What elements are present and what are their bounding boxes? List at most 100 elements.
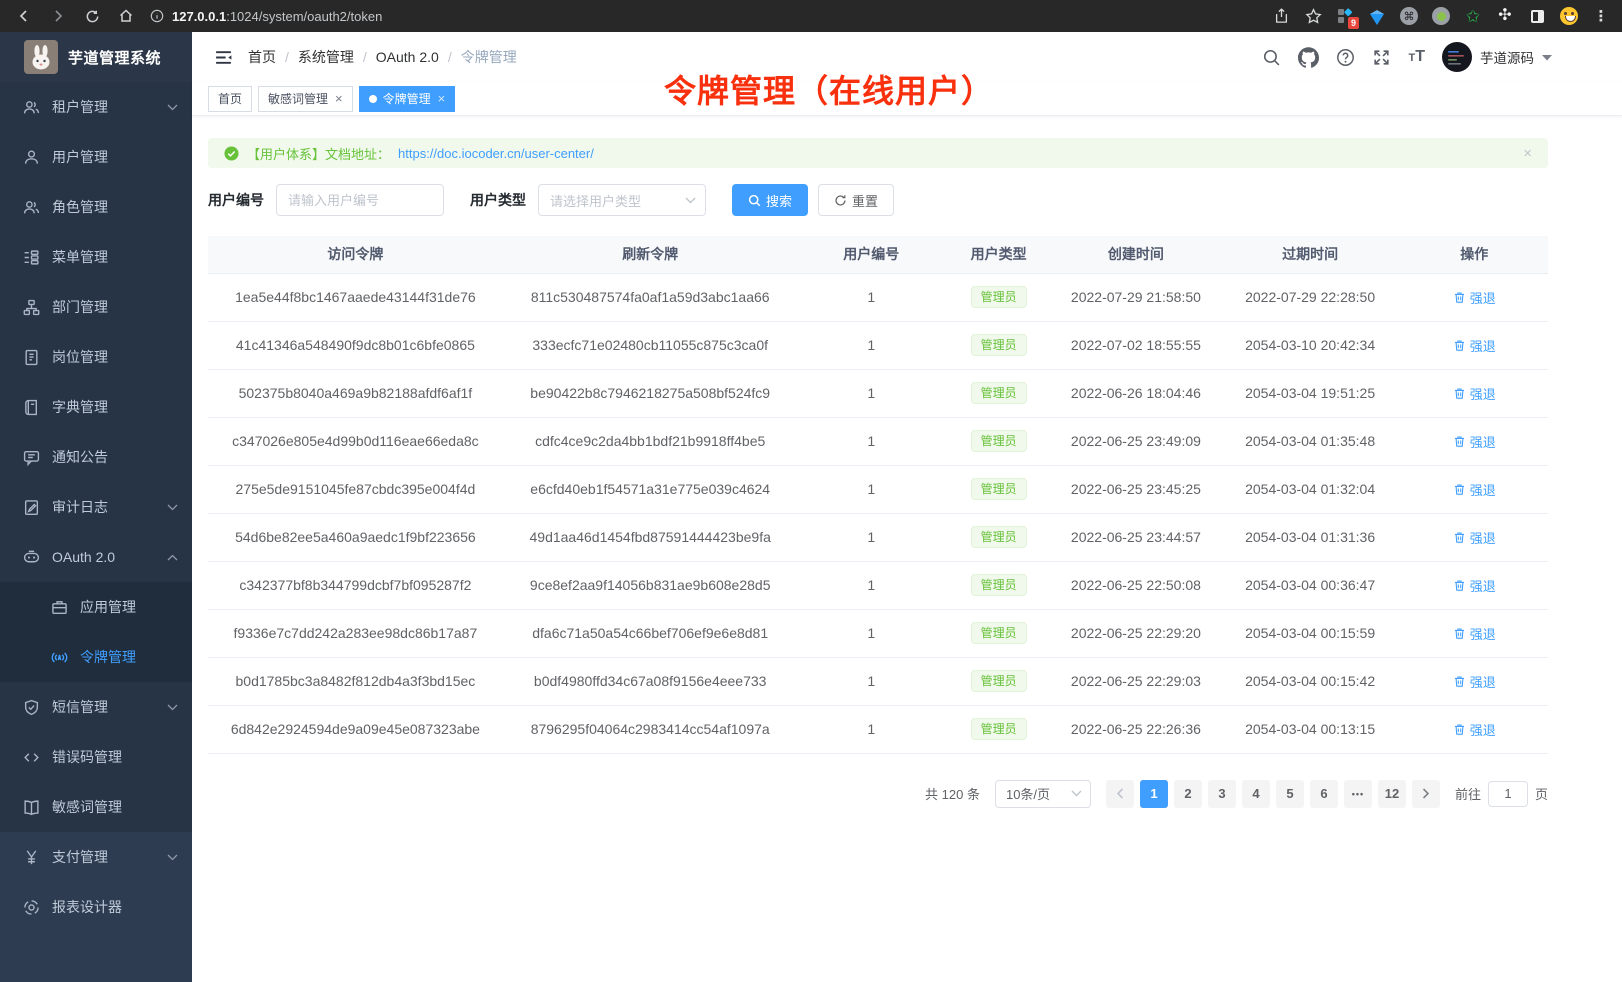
- profile-emoji-icon[interactable]: [1558, 5, 1580, 27]
- user-dropdown[interactable]: 芋道源码: [1442, 42, 1552, 72]
- prev-page-button[interactable]: [1106, 780, 1134, 808]
- browser-home-icon[interactable]: [112, 3, 140, 29]
- sidebar-item-menu[interactable]: 菜单管理: [0, 232, 192, 282]
- force-logout-button[interactable]: 强退: [1453, 624, 1496, 643]
- pager-ellipsis[interactable]: •••: [1344, 780, 1372, 808]
- page-button-1[interactable]: 1: [1140, 780, 1168, 808]
- app-logo[interactable]: 芋道管理系统: [0, 32, 192, 82]
- user-type-cell: 管理员: [945, 561, 1052, 609]
- briefcase-icon: [50, 599, 68, 616]
- sidebar-item-pay[interactable]: 支付管理: [0, 832, 192, 882]
- force-logout-button[interactable]: 强退: [1453, 576, 1496, 595]
- alert-doc-link[interactable]: https://doc.iocoder.cn/user-center/: [398, 146, 594, 161]
- github-icon[interactable]: [1298, 47, 1319, 68]
- tab-oauth2-token[interactable]: 令牌管理 ×: [359, 86, 456, 112]
- page-size-select[interactable]: 10条/页: [995, 780, 1091, 808]
- site-info-icon[interactable]: [150, 9, 164, 23]
- force-logout-button[interactable]: 强退: [1453, 288, 1496, 307]
- tab-label: 令牌管理: [383, 90, 431, 107]
- search-button[interactable]: 搜索: [732, 184, 808, 216]
- address-bar[interactable]: 127.0.0.1:1024/system/oauth2/token: [150, 9, 1270, 24]
- user-id-cell: 1: [798, 417, 945, 465]
- sidebar-item-user[interactable]: 用户管理: [0, 132, 192, 182]
- action-cell: 强退: [1401, 273, 1548, 321]
- extension-star-icon[interactable]: ✩: [1462, 5, 1484, 27]
- sidebar-item-oauth2-app[interactable]: 应用管理: [0, 582, 192, 632]
- user-id-input[interactable]: [276, 184, 444, 216]
- force-logout-button[interactable]: 强退: [1453, 432, 1496, 451]
- help-icon[interactable]: [1336, 48, 1355, 67]
- fullscreen-icon[interactable]: [1372, 48, 1391, 67]
- robot-icon: [22, 549, 40, 566]
- create-time-cell: 2022-07-02 18:55:55: [1052, 321, 1220, 369]
- expire-time-cell: 2054-03-04 01:31:36: [1220, 513, 1401, 561]
- force-logout-button[interactable]: 强退: [1453, 672, 1496, 691]
- share-icon[interactable]: [1270, 5, 1292, 27]
- create-time-cell: 2022-07-29 21:58:50: [1052, 273, 1220, 321]
- breadcrumb-item[interactable]: OAuth 2.0: [376, 49, 439, 65]
- user-type-badge: 管理员: [971, 382, 1027, 404]
- page-button-5[interactable]: 5: [1276, 780, 1304, 808]
- browser-menu-icon[interactable]: ⋮: [1590, 5, 1612, 27]
- sidebar-item-report-designer[interactable]: 报表设计器: [0, 882, 192, 932]
- sidebar-item-dept[interactable]: 部门管理: [0, 282, 192, 332]
- breadcrumb-item[interactable]: 系统管理: [298, 47, 354, 67]
- force-logout-button[interactable]: 强退: [1453, 480, 1496, 499]
- breadcrumb-separator: /: [448, 49, 452, 65]
- user-type-badge: 管理员: [971, 430, 1027, 452]
- breadcrumb-item[interactable]: 首页: [248, 47, 276, 67]
- browser-reload-icon[interactable]: [78, 3, 106, 29]
- extension-blocks-icon[interactable]: 9: [1334, 5, 1356, 27]
- user-type-badge: 管理员: [971, 526, 1027, 548]
- force-logout-button[interactable]: 强退: [1453, 720, 1496, 739]
- collapse-sidebar-icon[interactable]: [206, 40, 240, 74]
- extension-command-icon[interactable]: ⌘: [1398, 5, 1420, 27]
- sidebar-item-sms[interactable]: 短信管理: [0, 682, 192, 732]
- user-type-select[interactable]: 请选择用户类型: [538, 184, 706, 216]
- search-button-label: 搜索: [766, 191, 792, 210]
- browser-forward-icon[interactable]: [44, 3, 72, 29]
- sidebar-item-audit-log[interactable]: 审计日志: [0, 482, 192, 532]
- sidebar-item-post[interactable]: 岗位管理: [0, 332, 192, 382]
- sidebar-item-sensitive-word[interactable]: 敏感词管理: [0, 782, 192, 832]
- action-cell: 强退: [1401, 513, 1548, 561]
- extension-pinwheel-icon[interactable]: ✣: [1494, 5, 1516, 27]
- refresh-icon: [834, 194, 847, 207]
- page-button-12[interactable]: 12: [1378, 780, 1406, 808]
- refresh-token-cell: 333ecfc71e02480cb11055c875c3ca0f: [503, 321, 798, 369]
- sidebar-item-oauth2[interactable]: OAuth 2.0: [0, 532, 192, 582]
- sidebar-item-error-code[interactable]: 错误码管理: [0, 732, 192, 782]
- refresh-token-cell: b0df4980ffd34c67a08f9156e4eee733: [503, 657, 798, 705]
- search-icon[interactable]: [1262, 48, 1281, 67]
- extension-gem-icon[interactable]: [1366, 5, 1388, 27]
- alert-close-icon[interactable]: ×: [1523, 145, 1532, 162]
- browser-back-icon[interactable]: [10, 3, 38, 29]
- close-icon[interactable]: ×: [335, 92, 343, 105]
- extension-record-icon[interactable]: [1430, 5, 1452, 27]
- force-logout-button[interactable]: 强退: [1453, 528, 1496, 547]
- font-size-icon[interactable]: TT: [1408, 48, 1425, 66]
- sidebar-item-tenant[interactable]: 租户管理: [0, 82, 192, 132]
- user-id-cell: 1: [798, 321, 945, 369]
- page-button-3[interactable]: 3: [1208, 780, 1236, 808]
- next-page-button[interactable]: [1412, 780, 1440, 808]
- expire-time-cell: 2054-03-04 00:13:15: [1220, 705, 1401, 753]
- page-button-4[interactable]: 4: [1242, 780, 1270, 808]
- sidebar-toggle-icon[interactable]: [1526, 5, 1548, 27]
- page-button-2[interactable]: 2: [1174, 780, 1202, 808]
- reset-button[interactable]: 重置: [818, 184, 894, 216]
- sidebar-item-oauth2-token[interactable]: 令牌管理: [0, 632, 192, 682]
- tab-home[interactable]: 首页: [208, 86, 252, 112]
- page-button-6[interactable]: 6: [1310, 780, 1338, 808]
- refresh-token-cell: 9ce8ef2aa9f14056b831ae9b608e28d5: [503, 561, 798, 609]
- sidebar-item-notice[interactable]: 通知公告: [0, 432, 192, 482]
- bookmark-star-icon[interactable]: [1302, 5, 1324, 27]
- tab-sensitive-word[interactable]: 敏感词管理×: [258, 86, 353, 112]
- sidebar-item-role[interactable]: 角色管理: [0, 182, 192, 232]
- force-logout-button[interactable]: 强退: [1453, 336, 1496, 355]
- force-logout-button[interactable]: 强退: [1453, 384, 1496, 403]
- goto-page-input[interactable]: [1488, 781, 1528, 807]
- sidebar-item-dict[interactable]: 字典管理: [0, 382, 192, 432]
- close-icon[interactable]: ×: [438, 92, 446, 105]
- users-icon: [22, 99, 40, 116]
